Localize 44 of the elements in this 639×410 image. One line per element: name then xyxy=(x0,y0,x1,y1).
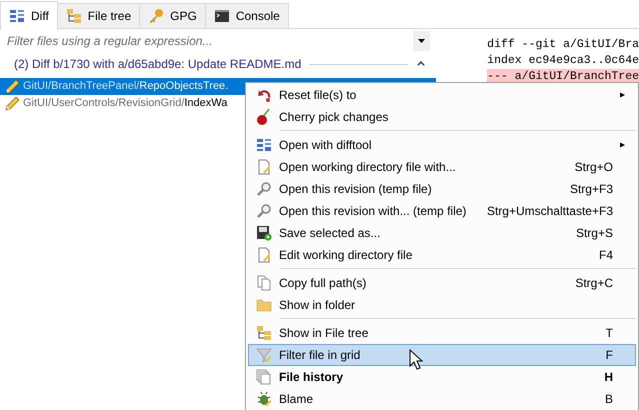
folder-icon xyxy=(256,297,272,313)
document-pencil-icon xyxy=(256,247,272,263)
menu-item[interactable]: Open this revision (temp file) Strg+F3 xyxy=(248,178,636,200)
menu-item[interactable]: Blame B xyxy=(248,388,636,410)
magnifier-icon xyxy=(256,181,272,197)
menu-item[interactable]: Show in folder xyxy=(248,294,636,316)
dropdown-button[interactable] xyxy=(413,31,430,51)
document-pencil-icon xyxy=(256,159,272,175)
menu-item[interactable]: File history H xyxy=(248,366,636,388)
menu-item[interactable]: Open this revision with... (temp file) Strg+Umschalttaste+F3 xyxy=(248,200,636,222)
key-icon xyxy=(148,8,164,24)
file-path: GitUI/BranchTreePanel/RepoObjectsTree. xyxy=(23,79,228,94)
terminal-icon xyxy=(214,8,230,24)
tab[interactable]: GPG xyxy=(139,3,206,28)
magnifier-icon xyxy=(256,203,272,219)
menu-item[interactable]: Edit working directory file F4 xyxy=(248,244,636,266)
documents-icon xyxy=(256,369,272,385)
mouse-cursor-icon xyxy=(409,349,423,371)
folder-tree-icon xyxy=(66,8,82,24)
pencil-icon xyxy=(4,96,20,112)
caret-icon xyxy=(418,39,426,43)
tab[interactable]: File tree xyxy=(56,3,140,28)
file-path: GitUI/UserControls/RevisionGrid/IndexWa xyxy=(23,96,228,112)
list-compare-icon xyxy=(256,137,272,153)
menu-item[interactable]: Save selected as... Strg+S xyxy=(248,222,636,244)
tab[interactable]: Diff xyxy=(0,1,58,30)
menu-item[interactable]: Filter file in grid F xyxy=(248,344,636,366)
pencil-icon xyxy=(4,78,20,94)
undo-arrow-icon xyxy=(256,87,272,103)
funnel-icon xyxy=(256,347,272,363)
group-title: (2) Diff b/1730 with a/d65abd9e: Update README.md xyxy=(13,56,302,73)
bug-icon xyxy=(256,391,272,407)
menu-item[interactable]: Copy full path(s) Strg+C xyxy=(248,272,636,294)
folder-tree-icon xyxy=(256,325,272,341)
diff-line: index ec94e9ca3..0c64e xyxy=(487,53,639,69)
copy-icon xyxy=(256,275,272,291)
menu-item[interactable]: Cherry pick changes xyxy=(248,106,636,128)
diff-line: diff --git a/GitUI/Bra xyxy=(487,37,639,53)
menu-item[interactable]: Show in File tree T xyxy=(248,322,636,344)
tab[interactable]: Console xyxy=(204,3,289,28)
menu-item[interactable]: Open with difftool xyxy=(248,134,636,156)
cherry-icon xyxy=(256,109,272,125)
list-compare-icon xyxy=(9,8,25,24)
menu-item[interactable]: Open working directory file with... Strg+O xyxy=(248,156,636,178)
